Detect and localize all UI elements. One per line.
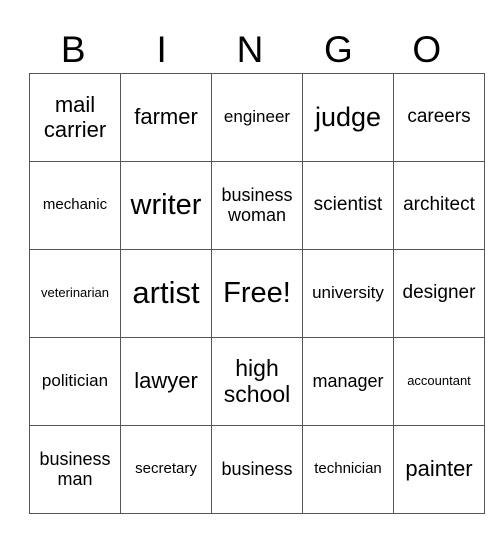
header-letter-o: O: [412, 29, 442, 70]
bingo-cell[interactable]: accountant: [393, 337, 485, 426]
free-space-cell[interactable]: Free!: [211, 249, 303, 338]
bingo-header: B I N G O: [29, 26, 471, 74]
bingo-cell[interactable]: careers: [393, 73, 485, 162]
bingo-cell[interactable]: architect: [393, 161, 485, 250]
bingo-row: business man secretary business technici…: [29, 425, 485, 514]
bingo-cell[interactable]: business man: [29, 425, 121, 514]
bingo-cell[interactable]: lawyer: [120, 337, 212, 426]
bingo-cell[interactable]: designer: [393, 249, 485, 338]
bingo-cell[interactable]: mail carrier: [29, 73, 121, 162]
bingo-cell[interactable]: technician: [302, 425, 394, 514]
bingo-cell[interactable]: manager: [302, 337, 394, 426]
bingo-cell[interactable]: painter: [393, 425, 485, 514]
bingo-cell[interactable]: scientist: [302, 161, 394, 250]
bingo-row: mail carrier farmer engineer judge caree…: [29, 73, 485, 162]
bingo-cell[interactable]: university: [302, 249, 394, 338]
bingo-row: mechanic writer business woman scientist…: [29, 161, 485, 250]
header-letter-b: B: [60, 29, 86, 70]
bingo-cell[interactable]: engineer: [211, 73, 303, 162]
bingo-cell[interactable]: artist: [120, 249, 212, 338]
header-letter-i: I: [156, 29, 167, 70]
header-letter-g: G: [323, 29, 353, 70]
bingo-row: veterinarian artist Free! university des…: [29, 249, 485, 338]
bingo-cell[interactable]: veterinarian: [29, 249, 121, 338]
bingo-cell[interactable]: business: [211, 425, 303, 514]
bingo-cell[interactable]: high school: [211, 337, 303, 426]
bingo-card: mail carrier farmer engineer judge caree…: [29, 73, 485, 514]
bingo-cell[interactable]: writer: [120, 161, 212, 250]
bingo-cell[interactable]: farmer: [120, 73, 212, 162]
bingo-cell[interactable]: politician: [29, 337, 121, 426]
bingo-cell[interactable]: secretary: [120, 425, 212, 514]
bingo-row: politician lawyer high school manager ac…: [29, 337, 485, 426]
bingo-cell[interactable]: business woman: [211, 161, 303, 250]
header-letter-n: N: [236, 29, 264, 70]
bingo-cell[interactable]: judge: [302, 73, 394, 162]
bingo-cell[interactable]: mechanic: [29, 161, 121, 250]
